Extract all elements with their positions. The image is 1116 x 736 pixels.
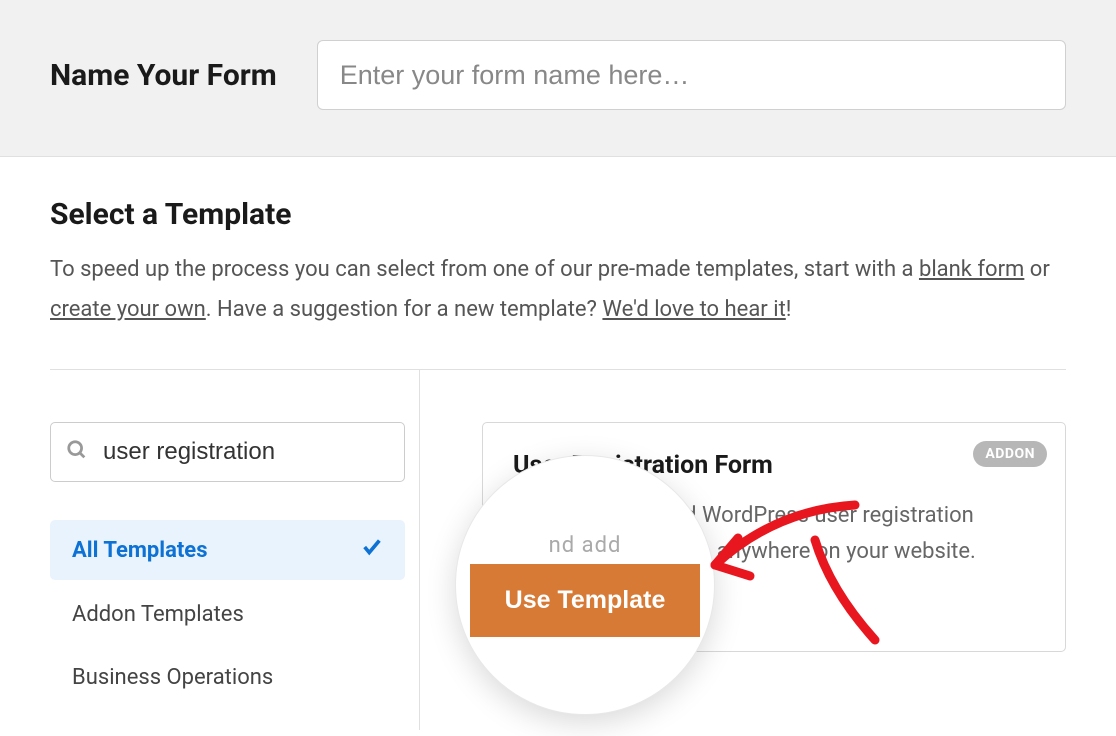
magnifier-faded-text: nd add: [549, 533, 622, 558]
template-heading: Select a Template: [50, 197, 1066, 232]
create-own-link[interactable]: create your own: [50, 297, 206, 322]
magnifier-overlay: nd add Use Template: [455, 455, 715, 715]
check-icon: [361, 536, 383, 564]
template-section: Select a Template To speed up the proces…: [0, 157, 1116, 730]
desc-text: or: [1024, 257, 1049, 282]
search-wrap: [50, 422, 405, 482]
category-business-operations[interactable]: Business Operations: [50, 649, 405, 706]
template-cards-area: ADDON User Registration Form Create cust…: [420, 370, 1066, 730]
category-label: Business Operations: [72, 665, 273, 690]
addon-badge: ADDON: [973, 441, 1047, 467]
desc-text: . Have a suggestion for a new template?: [206, 297, 603, 322]
desc-text: To speed up the process you can select f…: [50, 257, 919, 282]
template-body: All Templates Addon Templates Business O…: [50, 369, 1066, 730]
template-sidebar: All Templates Addon Templates Business O…: [50, 370, 420, 730]
search-icon: [66, 439, 88, 465]
template-description: To speed up the process you can select f…: [50, 250, 1066, 329]
category-addon-templates[interactable]: Addon Templates: [50, 586, 405, 643]
category-label: All Templates: [72, 538, 208, 563]
form-name-input[interactable]: [317, 40, 1066, 110]
category-label: Addon Templates: [72, 602, 244, 627]
use-template-button[interactable]: Use Template: [470, 564, 700, 637]
template-search-input[interactable]: [50, 422, 405, 482]
suggest-link[interactable]: We'd love to hear it: [602, 297, 785, 322]
category-list: All Templates Addon Templates Business O…: [50, 520, 419, 706]
search-box: [50, 422, 405, 482]
desc-text: !: [786, 297, 792, 322]
form-name-label: Name Your Form: [50, 58, 277, 93]
form-name-header: Name Your Form: [0, 0, 1116, 157]
category-all-templates[interactable]: All Templates: [50, 520, 405, 580]
blank-form-link[interactable]: blank form: [919, 257, 1024, 282]
